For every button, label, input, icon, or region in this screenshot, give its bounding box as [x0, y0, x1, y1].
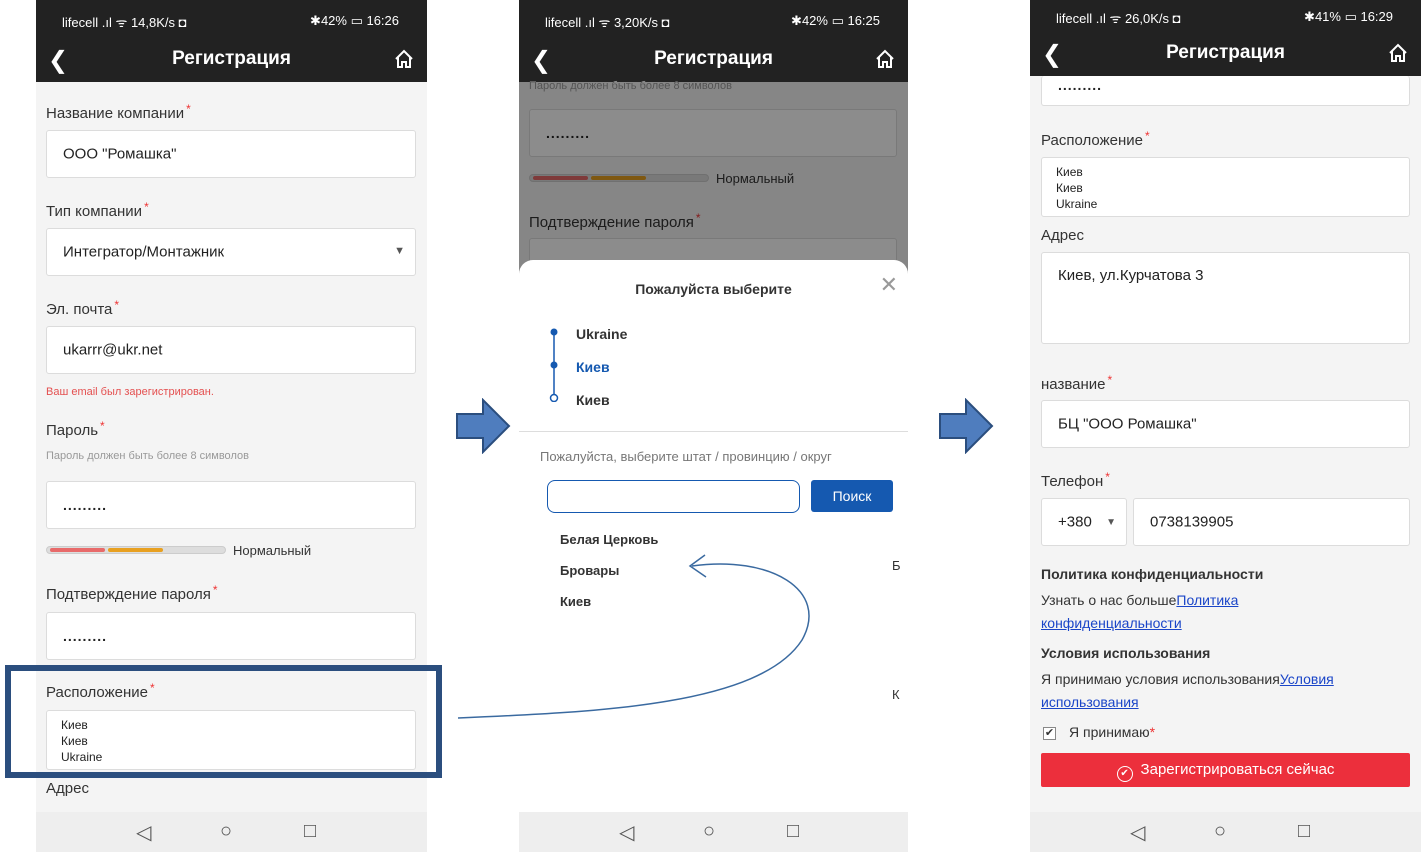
privacy-title: Политика конфиденциальности	[1041, 566, 1264, 582]
terms-link[interactable]: использования	[1041, 694, 1139, 710]
android-nav-bar: ◁ ○ □	[1030, 812, 1421, 852]
name-input[interactable]: БЦ "ООО Ромашка"	[1041, 400, 1410, 448]
privacy-text: Узнать о нас большеПолитика конфиденциал…	[1041, 592, 1239, 631]
terms-link[interactable]: Условия	[1280, 671, 1334, 687]
status-bar: lifecell .ıl ᯤ 26,0K/s ◘ ✱41% ▭ 16:29	[1030, 0, 1421, 30]
terms-text: Я принимаю условия использованияУсловия …	[1041, 671, 1334, 710]
nav-back-icon[interactable]: ◁	[1130, 820, 1145, 845]
status-battery-time: ✱41% ▭ 16:29	[1304, 9, 1393, 24]
check-circle-icon: ✔	[1116, 766, 1133, 782]
app-header: ❮ Регистрация	[1030, 30, 1421, 76]
privacy-link[interactable]: Политика	[1176, 592, 1238, 608]
page-title: Регистрация	[1166, 42, 1285, 63]
accept-label: Я принимаю*	[1069, 724, 1156, 740]
name-label: название *	[1041, 373, 1113, 393]
confirm-password-input[interactable]: .........	[1041, 76, 1410, 106]
phone-code-select[interactable]: +380 ▼	[1041, 498, 1127, 546]
phone-label: Телефон *	[1041, 470, 1110, 490]
phone-screen-3: lifecell .ıl ᯤ 26,0K/s ◘ ✱41% ▭ 16:29 ❮ …	[1030, 0, 1421, 852]
home-icon[interactable]	[1387, 42, 1409, 64]
status-carrier: lifecell .ıl ᯤ 26,0K/s ◘	[1056, 11, 1181, 26]
right-arrow-icon	[939, 398, 994, 454]
privacy-link[interactable]: конфиденциальности	[1041, 615, 1182, 631]
address-label: Адрес	[1041, 227, 1084, 244]
dropdown-caret-icon: ▼	[1106, 517, 1116, 528]
location-field[interactable]: Киев Киев Ukraine	[1041, 157, 1410, 217]
address-textarea[interactable]: Киев, ул.Курчатова 3	[1041, 252, 1410, 344]
nav-recent-icon[interactable]: □	[1298, 820, 1310, 843]
location-label: Расположение *	[1041, 129, 1150, 149]
accept-checkbox[interactable]: ✔	[1043, 727, 1056, 740]
register-button[interactable]: ✔ Зарегистрироваться сейчас	[1041, 753, 1410, 787]
terms-title: Условия использования	[1041, 645, 1211, 661]
phone-number-input[interactable]: 0738139905	[1133, 498, 1410, 546]
nav-home-icon[interactable]: ○	[1214, 820, 1226, 843]
